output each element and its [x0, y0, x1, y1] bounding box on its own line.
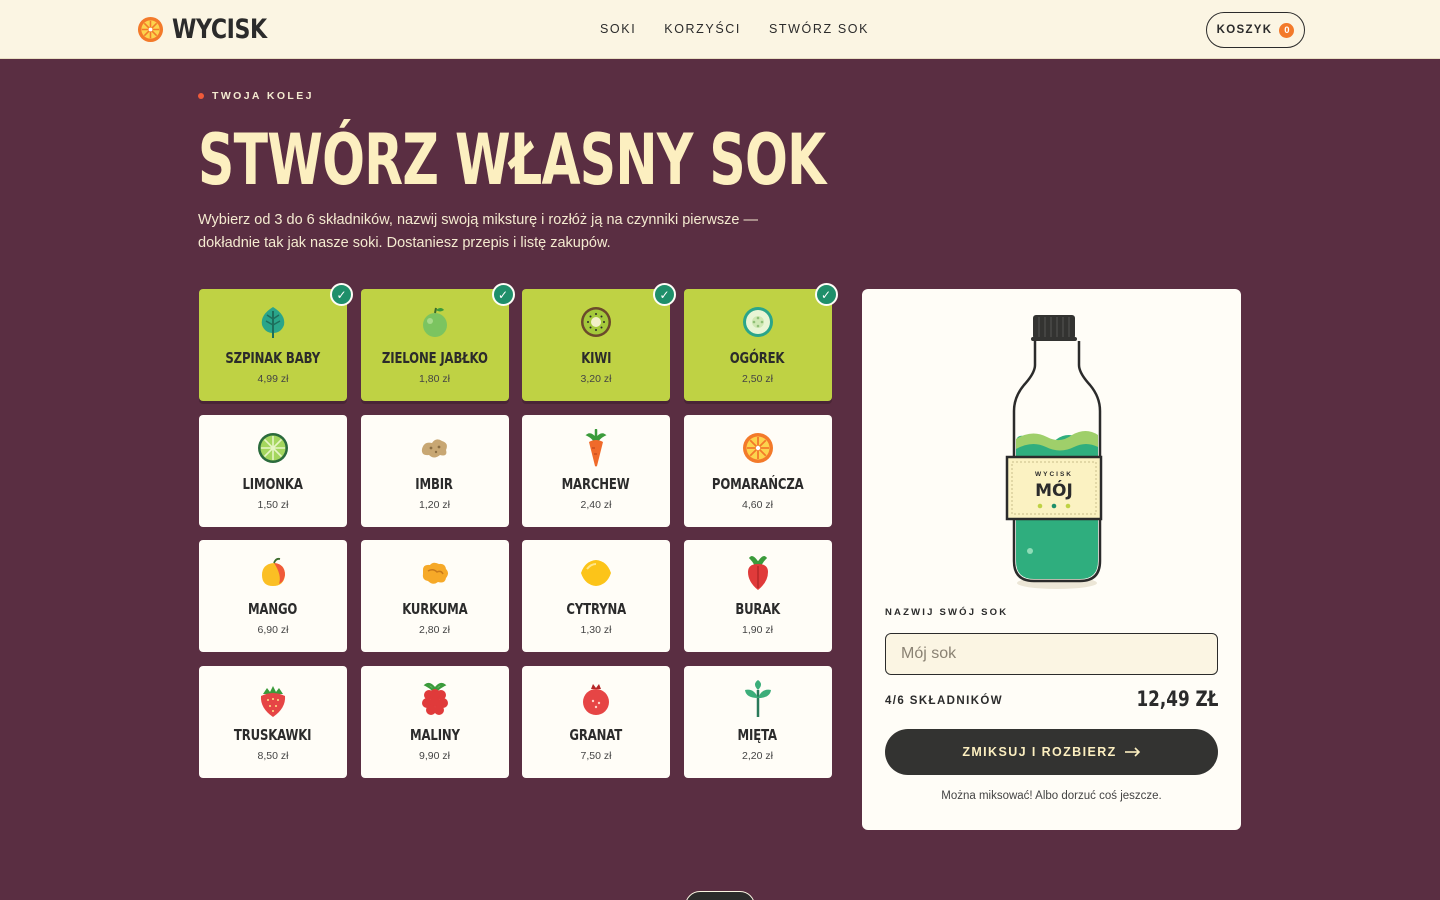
page-title: STWÓRZ WŁASNY SOK [198, 119, 826, 201]
ingredient-name: ZIELONE JABŁKO [381, 349, 488, 367]
builder-hint: Można miksować! Albo dorzuć coś jeszcze. [941, 790, 1162, 802]
selected-check-icon: ✓ [814, 283, 838, 306]
ingredient-card-lime[interactable]: LIMONKA 1,50 zł [199, 414, 347, 527]
mango-icon [256, 556, 290, 590]
ingredient-card-strawberry[interactable]: TRUSKAWKI 8,50 zł [199, 665, 347, 778]
ingredient-price: 7,50 zł [580, 749, 612, 762]
juice-name-input[interactable] [885, 633, 1218, 675]
orange-icon [741, 431, 775, 465]
eyebrow-text: TWOJA KOLEJ [212, 90, 314, 102]
mix-and-breakdown-button[interactable]: ZMIKSUJ I ROZBIERZ [885, 729, 1218, 775]
ingredient-name: KIWI [580, 349, 612, 367]
ingredient-name: IMBIR [415, 474, 454, 493]
ingredient-card-raspberry[interactable]: MALINY 9,90 zł [360, 665, 509, 778]
carrot-icon [579, 428, 613, 466]
ingredient-price: 4,99 zł [257, 373, 289, 385]
beetroot-icon [741, 556, 775, 590]
ingredient-card-turmeric[interactable]: KURKUMA 2,80 zł [360, 540, 509, 652]
ingredient-price: 6,90 zł [257, 624, 289, 636]
bottle-name-text: MÓJ [1035, 479, 1073, 501]
cucumber-icon [741, 305, 775, 339]
ingredient-name: KURKUMA [401, 600, 468, 618]
kiwi-icon [579, 305, 613, 339]
ingredient-name: MIĘTA [737, 725, 778, 744]
ingredient-card-cucumber[interactable]: OGÓREK 2,50 zł ✓ [683, 283, 838, 401]
spinach-leaf-icon [256, 305, 290, 339]
scroll-indicator[interactable] [685, 891, 755, 900]
nav-link-soki[interactable]: SOKI [600, 22, 636, 36]
main-nav: SOKI KORZYŚCI STWÓRZ SOK [600, 22, 869, 36]
juice-bottle-illustration: WYCISK MÓJ [1005, 315, 1103, 589]
ginger-icon [418, 431, 452, 465]
cart-button[interactable]: KOSZYK 0 [1206, 12, 1305, 48]
page-description: Wybierz od 3 do 6 składników, nazwij swo… [198, 212, 758, 251]
ingredient-name: BURAK [735, 600, 780, 618]
ingredient-card-beetroot[interactable]: BURAK 1,90 zł [683, 540, 832, 652]
section-eyebrow: TWOJA KOLEJ [198, 90, 314, 102]
turmeric-icon [418, 556, 452, 590]
ingredient-price: 1,20 zł [419, 498, 450, 511]
ingredient-price: 4,60 zł [742, 498, 773, 511]
ingredient-card-lemon[interactable]: CYTRYNA 1,30 zł [522, 540, 670, 652]
ingredient-card-spinach-leaf[interactable]: SZPINAK BABY 4,99 zł ✓ [199, 283, 353, 401]
juice-name-label: NAZWIJ SWÓJ SOK [885, 607, 1009, 618]
juice-builder-panel: WYCISK MÓJ NAZWIJ SWÓJ SOK 4/6 SKŁADNIKÓ… [862, 289, 1241, 830]
nav-link-stworz-sok[interactable]: STWÓRZ SOK [769, 22, 869, 36]
ingredient-price: 2,80 zł [419, 624, 450, 636]
ingredient-name: MALINY [409, 725, 460, 744]
ingredient-price: 3,20 zł [580, 373, 612, 385]
ingredient-card-kiwi[interactable]: KIWI 3,20 zł ✓ [522, 283, 676, 401]
ingredient-price: 2,40 zł [580, 498, 612, 511]
ingredient-card-green-apple[interactable]: ZIELONE JABŁKO 1,80 zł ✓ [360, 283, 515, 401]
ingredient-price: 1,90 zł [742, 624, 773, 636]
ingredient-name: MARCHEW [562, 474, 630, 493]
ingredient-name: MANGO [248, 600, 298, 618]
ingredient-price: 2,20 zł [742, 749, 773, 762]
ingredient-name: SZPINAK BABY [225, 349, 321, 367]
brand-logo[interactable]: WYCISK [137, 14, 288, 45]
eyebrow-dot [198, 93, 204, 99]
orange-slice-logo-icon [137, 16, 164, 43]
brand-name: WYCISK [172, 14, 267, 45]
ingredient-card-mango[interactable]: MANGO 6,90 zł [199, 540, 347, 652]
mix-button-label: ZMIKSUJ I ROZBIERZ [962, 745, 1117, 759]
ingredient-card-orange[interactable]: POMARAŃCZA 4,60 zł [683, 414, 832, 527]
ingredient-name: TRUSKAWKI [234, 725, 312, 744]
arrow-right-icon [1124, 747, 1140, 757]
ingredient-card-carrot[interactable]: MARCHEW 2,40 zł [522, 414, 670, 527]
ingredient-grid: SZPINAK BABY 4,99 zł ✓ ZIELONE JABŁKO 1,80 z… [199, 283, 838, 778]
selected-check-icon: ✓ [330, 283, 353, 306]
ingredient-name: GRANAT [569, 725, 623, 744]
ingredient-card-pomegranate[interactable]: GRANAT 7,50 zł [522, 665, 670, 778]
total-price: 12,49 ZŁ [1136, 687, 1218, 711]
ingredient-name: OGÓREK [730, 349, 785, 367]
bottle-brand-text: WYCISK [1035, 471, 1073, 478]
nav-link-korzysci[interactable]: KORZYŚCI [664, 22, 741, 36]
cart-label: KOSZYK [1216, 24, 1273, 36]
selected-check-icon: ✓ [491, 283, 515, 306]
lime-icon [256, 431, 290, 465]
ingredient-name: CYTRYNA [566, 600, 626, 618]
ingredient-name: POMARAŃCZA [711, 474, 804, 493]
ingredient-count: 4/6 SKŁADNIKÓW [885, 695, 1003, 707]
ingredient-price: 1,50 zł [257, 498, 289, 511]
ingredient-price: 1,30 zł [580, 624, 612, 636]
ingredient-price: 8,50 zł [257, 749, 289, 762]
lemon-icon [579, 556, 613, 590]
strawberry-icon [256, 682, 290, 717]
ingredient-price: 1,80 zł [419, 373, 450, 385]
ingredient-price: 9,90 zł [419, 749, 450, 762]
green-apple-icon [418, 305, 452, 339]
top-navigation-bar: WYCISK SOKI KORZYŚCI STWÓRZ SOK KOSZYK 0 [0, 0, 1440, 59]
ingredient-name: LIMONKA [242, 474, 304, 493]
mint-icon [741, 679, 775, 717]
raspberry-icon [418, 682, 452, 716]
pomegranate-icon [579, 682, 613, 716]
ingredient-card-mint[interactable]: MIĘTA 2,20 zł [683, 665, 832, 778]
ingredient-card-ginger[interactable]: IMBIR 1,20 zł [360, 414, 509, 527]
selected-check-icon: ✓ [653, 283, 676, 306]
ingredient-price: 2,50 zł [742, 373, 773, 385]
cart-count-badge: 0 [1279, 22, 1295, 38]
